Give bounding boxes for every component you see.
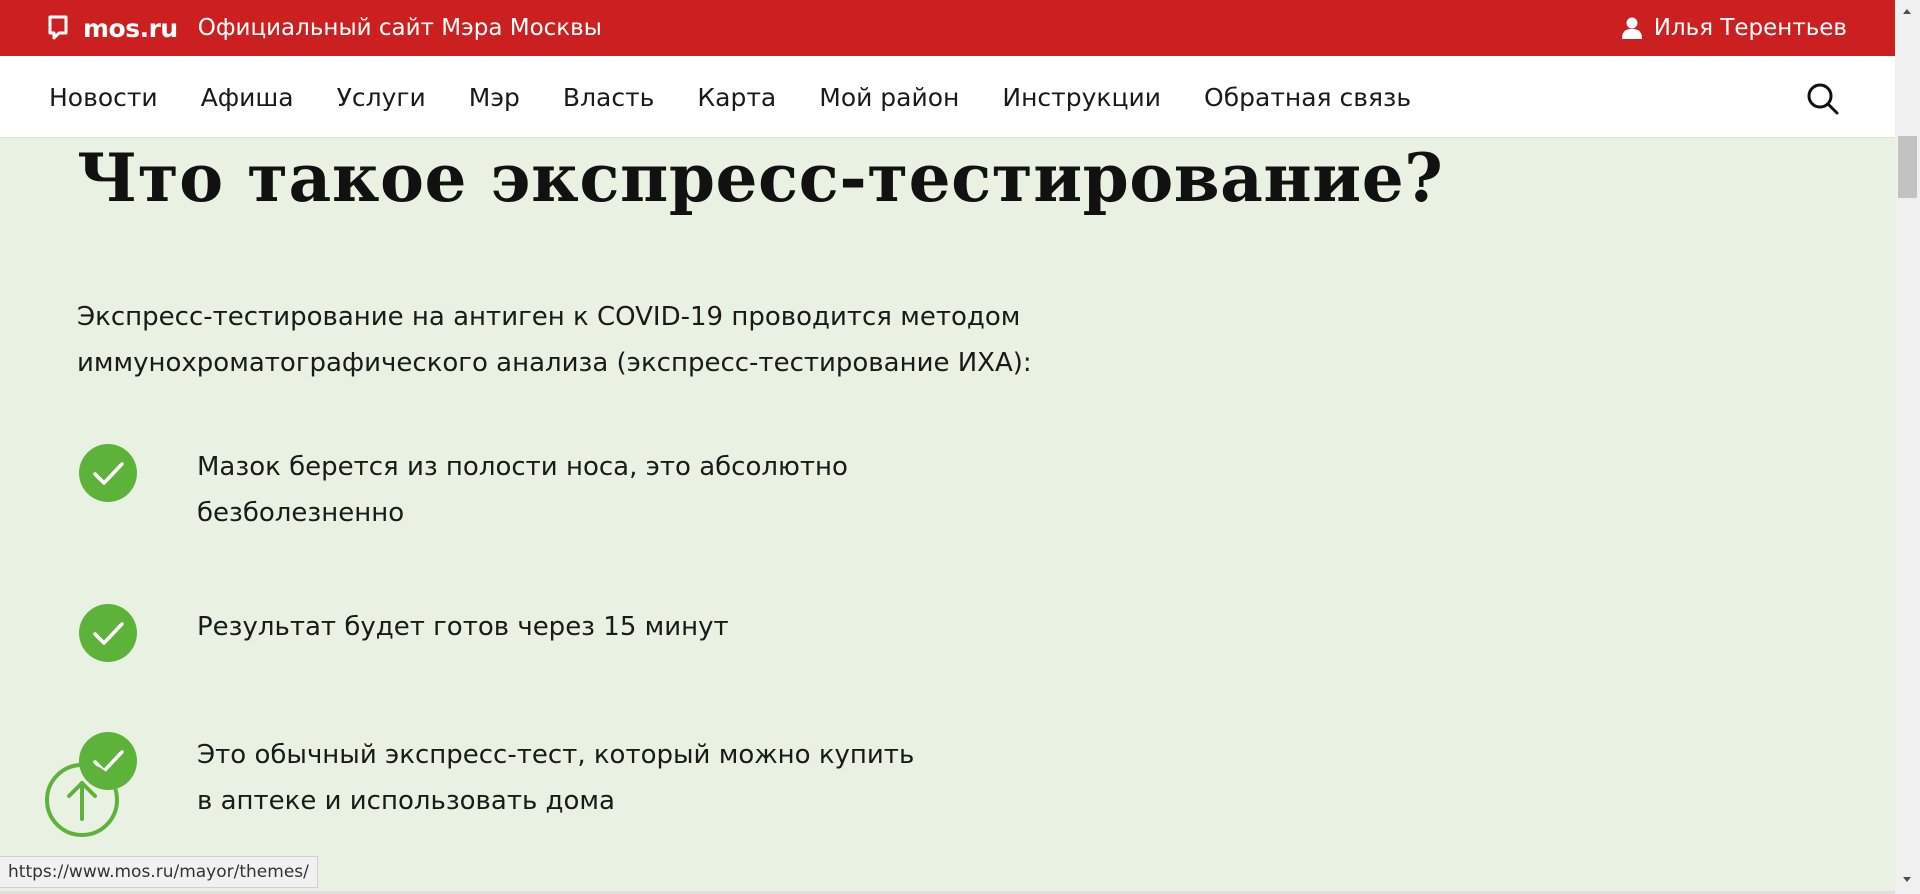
main-nav: Новости Афиша Услуги Мэр Власть Карта Мо… bbox=[0, 56, 1895, 138]
scroll-to-top-button[interactable] bbox=[45, 763, 119, 837]
vertical-scrollbar[interactable] bbox=[1895, 0, 1920, 894]
nav-item-instructions[interactable]: Инструкции bbox=[1002, 83, 1161, 112]
main-content: Что такое экспресс-тестирование? Экспрес… bbox=[0, 139, 1895, 894]
site-title: Официальный сайт Мэра Москвы bbox=[197, 15, 602, 41]
list-item-line: безболезненно bbox=[197, 498, 405, 528]
nav-item-authorities[interactable]: Власть bbox=[563, 83, 655, 112]
check-icon bbox=[79, 604, 137, 662]
speech-bubble-icon bbox=[47, 14, 69, 42]
nav-list: Новости Афиша Услуги Мэр Власть Карта Мо… bbox=[49, 56, 1454, 138]
scrollbar-thumb[interactable] bbox=[1898, 136, 1917, 198]
triangle-down-icon bbox=[1903, 877, 1911, 882]
list-item-line: Мазок берется из полости носа, это абсол… bbox=[197, 452, 848, 482]
arrow-up-icon bbox=[49, 767, 115, 833]
list-item-line: Это обычный экспресс-тест, который можно… bbox=[197, 740, 915, 770]
scroll-up-button[interactable] bbox=[1895, 0, 1920, 22]
list-item: Мазок берется из полости носа, это абсол… bbox=[197, 444, 848, 536]
page: mos.ru Официальный сайт Мэра Москвы Илья… bbox=[0, 0, 1920, 894]
user-name: Илья Терентьев bbox=[1653, 15, 1847, 41]
list-item: Результат будет готов через 15 минут bbox=[197, 604, 729, 650]
nav-item-news[interactable]: Новости bbox=[49, 83, 158, 112]
top-header: mos.ru Официальный сайт Мэра Москвы Илья… bbox=[0, 0, 1895, 56]
user-menu[interactable]: Илья Терентьев bbox=[1621, 0, 1847, 56]
intro-line: иммунохроматографического анализа (экспр… bbox=[77, 348, 1032, 378]
search-button[interactable] bbox=[1806, 82, 1840, 116]
scroll-down-button[interactable] bbox=[1895, 869, 1920, 891]
triangle-up-icon bbox=[1903, 9, 1911, 14]
nav-item-services[interactable]: Услуги bbox=[337, 83, 426, 112]
nav-item-mayor[interactable]: Мэр bbox=[469, 83, 520, 112]
logo-text: mos.ru bbox=[83, 13, 178, 43]
nav-item-events[interactable]: Афиша bbox=[201, 83, 294, 112]
status-url: https://www.mos.ru/mayor/themes/ bbox=[0, 856, 318, 888]
intro-paragraph: Экспресс-тестирование на антиген к COVID… bbox=[77, 294, 1077, 386]
search-icon bbox=[1806, 82, 1840, 116]
nav-item-map[interactable]: Карта bbox=[697, 83, 776, 112]
user-icon bbox=[1621, 16, 1642, 40]
intro-line: Экспресс-тестирование на антиген к COVID… bbox=[77, 302, 1021, 332]
list-item: Это обычный экспресс-тест, который можно… bbox=[197, 732, 914, 824]
nav-item-feedback[interactable]: Обратная связь bbox=[1204, 83, 1411, 112]
list-item-line: Результат будет готов через 15 минут bbox=[197, 612, 729, 642]
page-heading: Что такое экспресс-тестирование? bbox=[77, 139, 1444, 217]
check-icon bbox=[79, 444, 137, 502]
logo-link[interactable]: mos.ru bbox=[47, 14, 178, 43]
list-item-line: в аптеке и использовать дома bbox=[197, 786, 615, 816]
nav-item-my-district[interactable]: Мой район bbox=[819, 83, 959, 112]
